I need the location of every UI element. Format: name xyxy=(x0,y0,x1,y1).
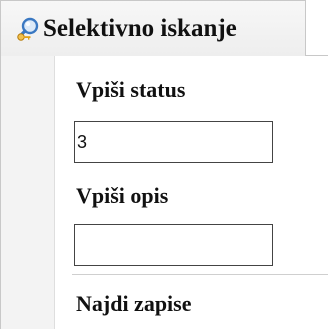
menu-separator xyxy=(72,274,328,275)
find-records-button[interactable]: Najdi zapise xyxy=(76,291,192,317)
search-key-icon xyxy=(15,16,41,42)
description-input[interactable] xyxy=(74,224,273,266)
menu-header[interactable]: Selektivno iskanje xyxy=(0,0,306,56)
status-input[interactable] xyxy=(74,121,273,163)
selective-search-menu: Selektivno iskanje Vpiši status Vpiši op… xyxy=(0,0,328,329)
status-label: Vpiši status xyxy=(76,77,186,102)
description-label: Vpiši opis xyxy=(76,183,169,208)
menu-title: Selektivno iskanje xyxy=(43,15,237,42)
menu-icon-gutter xyxy=(0,56,54,329)
